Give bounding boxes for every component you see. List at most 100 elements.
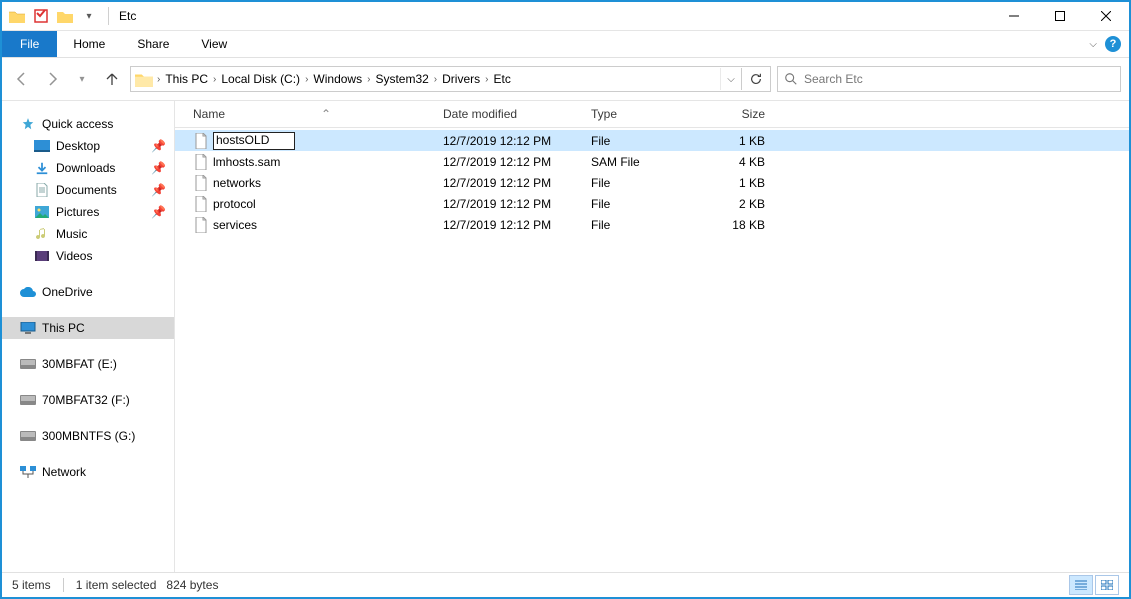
address-dropdown[interactable]: ⌵ [720, 68, 741, 90]
breadcrumb-windows[interactable]: Windows [310, 67, 365, 91]
explorer-window: ▾ Etc File Home Share View ⌵ ? [0, 0, 1131, 599]
nav-label: 300MBNTFS (G:) [42, 429, 135, 443]
navigation-pane[interactable]: Quick access Desktop 📌 Downloads 📌 Docum… [2, 101, 175, 572]
table-row[interactable]: lmhosts.sam12/7/2019 12:12 PMSAM File4 K… [175, 151, 1129, 172]
drive-icon [20, 356, 36, 372]
nav-downloads[interactable]: Downloads 📌 [2, 157, 174, 179]
nav-onedrive[interactable]: OneDrive [2, 281, 174, 303]
maximize-button[interactable] [1037, 2, 1083, 30]
breadcrumb-system32[interactable]: System32 [372, 67, 431, 91]
file-type: File [583, 218, 703, 232]
nav-documents[interactable]: Documents 📌 [2, 179, 174, 201]
qat-customize-icon[interactable]: ▾ [78, 5, 100, 27]
explorer-body: Quick access Desktop 📌 Downloads 📌 Docum… [2, 101, 1129, 572]
chevron-right-icon[interactable]: › [155, 74, 162, 85]
address-bar-row: ▾ › This PC › Local Disk (C:) › Windows … [2, 58, 1129, 101]
address-bar[interactable]: › This PC › Local Disk (C:) › Windows › … [130, 66, 771, 92]
nav-label: This PC [42, 321, 85, 335]
rename-input[interactable]: hostsOLD [213, 132, 295, 150]
videos-icon [34, 248, 50, 264]
app-icon[interactable] [6, 5, 28, 27]
music-icon [34, 226, 50, 242]
breadcrumb-local-disk[interactable]: Local Disk (C:) [218, 67, 303, 91]
qat-newfolder-icon[interactable] [54, 5, 76, 27]
minimize-button[interactable] [991, 2, 1037, 30]
file-type: File [583, 197, 703, 211]
refresh-button[interactable] [741, 68, 770, 90]
nav-desktop[interactable]: Desktop 📌 [2, 135, 174, 157]
table-row[interactable]: hostsOLD12/7/2019 12:12 PMFile1 KB [175, 130, 1129, 151]
chevron-right-icon[interactable]: › [365, 74, 372, 85]
file-size: 2 KB [703, 197, 773, 211]
chevron-right-icon[interactable]: › [211, 74, 218, 85]
search-placeholder: Search Etc [804, 72, 863, 86]
file-size: 18 KB [703, 218, 773, 232]
status-bytes: 824 bytes [166, 578, 218, 592]
pin-icon: 📌 [151, 183, 166, 197]
column-size[interactable]: Size [703, 107, 773, 121]
breadcrumb-this-pc[interactable]: This PC [162, 67, 211, 91]
file-name: lmhosts.sam [213, 155, 280, 169]
nav-up-button[interactable] [100, 67, 124, 91]
ribbon-tab-file[interactable]: File [2, 31, 57, 57]
nav-drive-f[interactable]: 70MBFAT32 (F:) [2, 389, 174, 411]
nav-label: Quick access [42, 117, 113, 131]
file-date: 12/7/2019 12:12 PM [435, 134, 583, 148]
ribbon-tab-share[interactable]: Share [121, 31, 185, 57]
downloads-icon [34, 160, 50, 176]
file-rows[interactable]: hostsOLD12/7/2019 12:12 PMFile1 KBlmhost… [175, 128, 1129, 235]
pin-icon: 📌 [151, 139, 166, 153]
table-row[interactable]: services12/7/2019 12:12 PMFile18 KB [175, 214, 1129, 235]
pictures-icon [34, 204, 50, 220]
nav-recent-dropdown[interactable]: ▾ [70, 67, 94, 91]
search-icon [784, 72, 798, 86]
desktop-icon [34, 138, 50, 154]
breadcrumb-drivers[interactable]: Drivers [439, 67, 483, 91]
pin-icon: 📌 [151, 205, 166, 219]
column-date[interactable]: Date modified [435, 107, 583, 121]
status-item-count: 5 items [12, 578, 51, 592]
nav-pictures[interactable]: Pictures 📌 [2, 201, 174, 223]
ribbon-tab-home[interactable]: Home [57, 31, 121, 57]
nav-back-button[interactable] [10, 67, 34, 91]
nav-this-pc[interactable]: This PC [2, 317, 174, 339]
close-button[interactable] [1083, 2, 1129, 30]
nav-videos[interactable]: Videos [2, 245, 174, 267]
window-controls [991, 2, 1129, 30]
nav-drive-g[interactable]: 300MBNTFS (G:) [2, 425, 174, 447]
file-date: 12/7/2019 12:12 PM [435, 197, 583, 211]
view-details-button[interactable] [1069, 575, 1093, 595]
pin-icon: 📌 [151, 161, 166, 175]
file-size: 1 KB [703, 134, 773, 148]
file-date: 12/7/2019 12:12 PM [435, 176, 583, 190]
nav-music[interactable]: Music [2, 223, 174, 245]
search-input[interactable]: Search Etc [777, 66, 1121, 92]
chevron-right-icon[interactable]: › [432, 74, 439, 85]
documents-icon [34, 182, 50, 198]
nav-forward-button[interactable] [40, 67, 64, 91]
help-icon[interactable]: ? [1105, 36, 1121, 52]
drive-icon [20, 392, 36, 408]
nav-label: Music [56, 227, 87, 241]
ribbon-expand-icon[interactable]: ⌵ [1089, 39, 1097, 50]
ribbon-tab-view[interactable]: View [185, 31, 243, 57]
chevron-right-icon[interactable]: › [303, 74, 310, 85]
column-name[interactable]: Name ⌃ [185, 107, 435, 121]
address-folder-icon [135, 72, 153, 87]
nav-label: 70MBFAT32 (F:) [42, 393, 130, 407]
column-type[interactable]: Type [583, 107, 703, 121]
qat-properties-icon[interactable] [30, 5, 52, 27]
table-row[interactable]: protocol 12/7/2019 12:12 PMFile2 KB [175, 193, 1129, 214]
nav-label: 30MBFAT (E:) [42, 357, 117, 371]
nav-quick-access[interactable]: Quick access [2, 113, 174, 135]
file-list-pane: Name ⌃ Date modified Type Size hostsOLD 1… [175, 101, 1129, 572]
file-size: 1 KB [703, 176, 773, 190]
chevron-right-icon[interactable]: › [483, 74, 490, 85]
table-row[interactable]: networks12/7/2019 12:12 PMFile1 KB [175, 172, 1129, 193]
view-large-icons-button[interactable] [1095, 575, 1119, 595]
file-name: protocol [213, 197, 256, 211]
status-separator [63, 578, 64, 592]
breadcrumb-etc[interactable]: Etc [490, 67, 513, 91]
nav-drive-e[interactable]: 30MBFAT (E:) [2, 353, 174, 375]
nav-network[interactable]: Network [2, 461, 174, 483]
